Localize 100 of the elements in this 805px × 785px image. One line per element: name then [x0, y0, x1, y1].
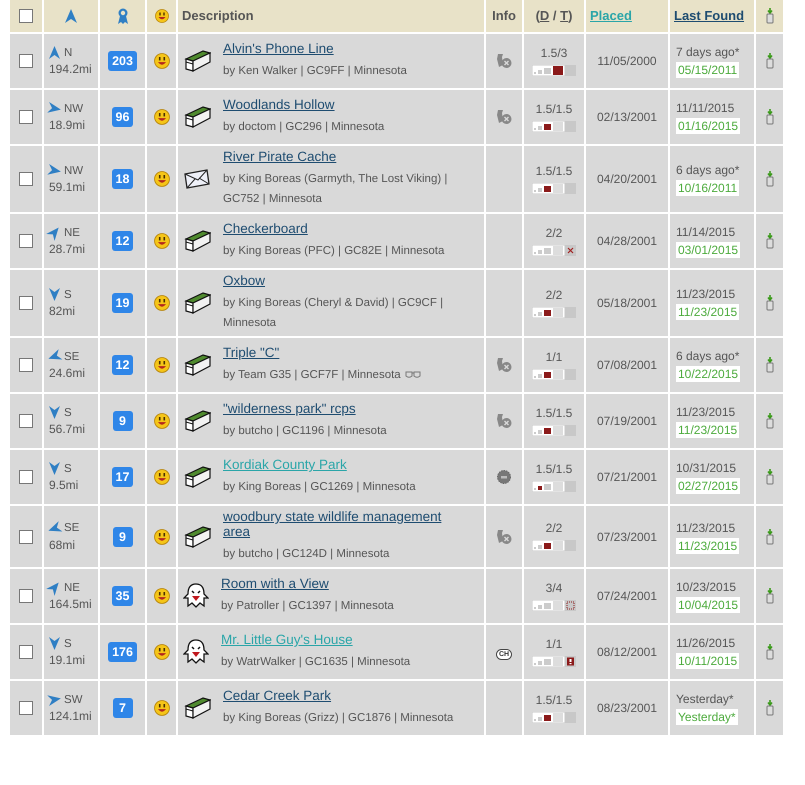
favorite-count-badge: 9: [112, 411, 132, 431]
distance-text: 19.1mi: [49, 653, 86, 667]
difficulty-terrain-text: 1/1: [544, 350, 564, 364]
row-checkbox[interactable]: [19, 414, 33, 428]
cache-title-link[interactable]: Cedar Creek Park: [223, 688, 454, 703]
last-found-date: 11/14/2015: [676, 225, 736, 239]
cache-title-link[interactable]: Alvin's Phone Line: [223, 41, 407, 56]
gps-download-icon[interactable]: [764, 8, 774, 24]
row-checkbox[interactable]: [19, 234, 33, 248]
distance-text: 24.6mi: [49, 366, 86, 380]
gps-download-icon[interactable]: [764, 588, 774, 604]
ribbon-icon[interactable]: [116, 8, 128, 24]
cache-owner-text: by King Boreas (PFC) | GC82E | Minnesota: [223, 245, 444, 257]
cache-title-link[interactable]: Oxbow: [223, 273, 459, 288]
cache-title-link[interactable]: River Pirate Cache: [223, 149, 459, 164]
gps-download-icon[interactable]: [764, 233, 774, 249]
favorite-count-badge: 176: [108, 642, 137, 662]
direction-text: NE: [64, 226, 80, 238]
last-found-date: 6 days ago*: [676, 163, 740, 177]
difficulty-terrain-text: 1.5/1.5: [534, 102, 574, 116]
smiley-icon: [154, 469, 170, 485]
gps-download-icon[interactable]: [764, 53, 774, 69]
row-checkbox[interactable]: [19, 645, 33, 660]
smiley-icon: [154, 53, 170, 69]
cache-owner-text: by butcho | GC1196 | Minnesota: [223, 425, 387, 437]
cache-title-link[interactable]: Triple "C": [223, 345, 421, 360]
placed-date: 08/23/2001: [596, 701, 658, 715]
smiley-icon: [154, 644, 170, 660]
gps-download-icon[interactable]: [764, 644, 774, 660]
distance-text: 59.1mi: [49, 180, 86, 194]
direction-text: S: [64, 288, 72, 300]
last-found-date: 11/23/2015: [676, 520, 736, 534]
placed-date: 08/12/2001: [596, 645, 658, 659]
difficulty-terrain-text: 1/1: [544, 636, 564, 650]
distance-text: 124.1mi: [49, 709, 93, 723]
favorite-count-badge: 17: [112, 467, 134, 487]
row-checkbox[interactable]: [19, 701, 33, 716]
smiley-icon: [154, 357, 170, 373]
smiley-icon: [154, 700, 170, 716]
my-found-date: 05/15/2011: [676, 62, 740, 78]
row-checkbox[interactable]: [19, 358, 33, 372]
last-found-date: 11/11/2015: [676, 101, 736, 115]
my-found-date: 11/23/2015: [676, 304, 740, 320]
gps-download-icon[interactable]: [764, 357, 774, 373]
difficulty-terrain-text: 1.5/1.5: [534, 164, 574, 178]
placed-date: 05/18/2001: [596, 296, 658, 310]
direction-text: SE: [64, 522, 80, 534]
favorite-count-badge: 7: [112, 698, 132, 718]
row-checkbox[interactable]: [19, 110, 33, 124]
smiley-icon[interactable]: [154, 8, 168, 22]
last-found-date: 10/31/2015: [676, 461, 738, 475]
direction-text: SW: [64, 694, 83, 706]
difficulty-terrain-text: 1.5/1.5: [534, 462, 574, 476]
placed-date: 07/23/2001: [596, 530, 658, 544]
row-checkbox[interactable]: [19, 54, 33, 68]
smiley-icon: [154, 295, 170, 311]
row-checkbox[interactable]: [19, 530, 33, 544]
gps-download-icon[interactable]: [764, 528, 774, 544]
smiley-icon: [154, 109, 170, 125]
cache-title-link[interactable]: "wilderness park" rcps: [223, 401, 387, 416]
smiley-icon: [154, 588, 170, 604]
smiley-icon: [154, 413, 170, 429]
favorite-count-badge: 18: [112, 169, 134, 189]
gps-download-icon[interactable]: [764, 700, 774, 716]
last-found-date: 11/23/2015: [676, 287, 736, 301]
favorite-count-badge: 96: [112, 107, 134, 127]
gps-download-icon[interactable]: [764, 171, 774, 187]
distance-text: 9.5mi: [49, 478, 80, 492]
cache-owner-text: by King Boreas (Garmyth, The Lost Viking) | GC752 | Minnesota: [223, 173, 448, 205]
cache-title-link[interactable]: woodbury state wildlife management area: [223, 509, 459, 539]
my-found-date: 10/22/2015: [676, 366, 740, 382]
cache-owner-text: by King Boreas (Cheryl & David) | GC9CF | Minnesota: [223, 297, 444, 329]
distance-text: 28.7mi: [49, 242, 86, 256]
navigation-arrow-icon[interactable]: [65, 8, 77, 22]
cache-title-link[interactable]: Room with a View: [221, 576, 394, 591]
placed-date: 07/19/2001: [596, 414, 658, 428]
direction-text: NW: [64, 164, 84, 176]
favorite-count-badge: 19: [112, 293, 134, 313]
gps-download-icon[interactable]: [764, 469, 774, 485]
placed-date: 07/08/2001: [596, 358, 658, 372]
difficulty-terrain-text: 2/2: [544, 521, 564, 535]
cache-title-link[interactable]: Checkerboard: [223, 221, 444, 236]
row-checkbox[interactable]: [19, 172, 33, 186]
row-checkbox[interactable]: [19, 589, 33, 604]
row-checkbox[interactable]: [19, 470, 33, 484]
gps-download-icon[interactable]: [764, 109, 774, 125]
placed-date: 07/21/2001: [596, 470, 658, 484]
info-header: Info: [492, 8, 516, 23]
difficulty-terrain-text: 2/2: [544, 226, 564, 240]
row-checkbox[interactable]: [19, 296, 33, 310]
difficulty-terrain-text: 1.5/1.5: [534, 692, 574, 706]
distance-text: 82mi: [49, 304, 76, 318]
cache-owner-text: by Team G35 | GCF7F | Minnesota: [223, 369, 401, 381]
last-found-date: Yesterday*: [676, 692, 735, 706]
gps-download-icon[interactable]: [764, 295, 774, 311]
cache-title-link[interactable]: Woodlands Hollow: [223, 97, 384, 112]
direction-text: S: [64, 406, 72, 418]
select-all-checkbox[interactable]: [19, 9, 33, 24]
placed-date: 11/05/2000: [597, 54, 657, 68]
gps-download-icon[interactable]: [764, 413, 774, 429]
